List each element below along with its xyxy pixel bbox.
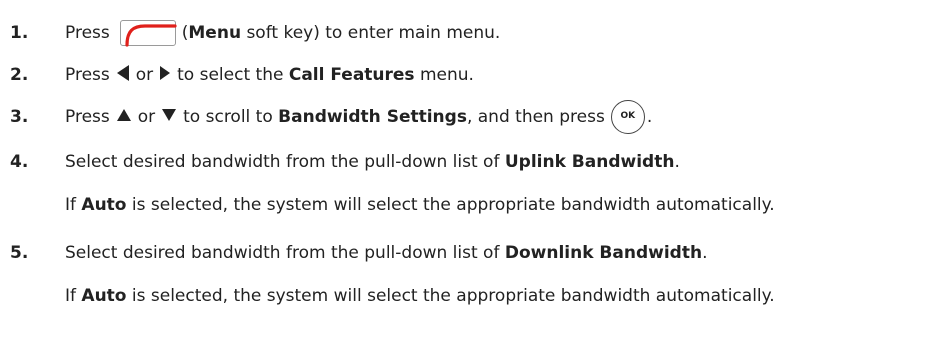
- setting-label: Uplink Bandwidth: [504, 152, 675, 172]
- step-text-or: or: [135, 65, 154, 85]
- step-1: 1. Press (Menu soft key) to enter main m…: [0, 18, 940, 48]
- step-4-note: If Auto is selected, the system will sel…: [65, 193, 775, 217]
- step-number: 3.: [10, 107, 29, 127]
- step-4: 4. Select desired bandwidth from the pul…: [0, 147, 940, 177]
- note-rest: is selected, the system will select the …: [126, 286, 775, 306]
- step-text-rest: menu.: [414, 65, 474, 85]
- right-arrow-icon: [159, 65, 171, 86]
- ok-button-icon: OK: [610, 100, 645, 134]
- step-text-or: or: [137, 107, 156, 127]
- step-5: 5. Select desired bandwidth from the pul…: [0, 238, 940, 268]
- note-auto: Auto: [81, 195, 127, 215]
- step-text-press: Press: [65, 23, 110, 43]
- menu-softkey-icon: [119, 20, 177, 47]
- down-arrow-icon: [161, 107, 177, 127]
- step-2: 2. Press or to select the Call Features …: [0, 60, 940, 90]
- step-text-end: .: [674, 152, 680, 172]
- step-text-to-select: to select the: [177, 65, 284, 85]
- menu-label: Menu: [188, 23, 242, 43]
- setting-label: Bandwidth Settings: [278, 107, 467, 127]
- step-text-rest: soft key) to enter main menu.: [241, 23, 501, 43]
- note-auto: Auto: [81, 286, 127, 306]
- left-arrow-icon: [116, 64, 130, 87]
- step-text: Press or to select the Call Features men…: [65, 64, 474, 87]
- step-number: 1.: [10, 23, 29, 43]
- step-number: 4.: [10, 152, 29, 172]
- step-text-end: .: [702, 243, 708, 263]
- step-number: 2.: [10, 65, 29, 85]
- note-rest: is selected, the system will select the …: [126, 195, 775, 215]
- step-text: Select desired bandwidth from the pull-d…: [65, 152, 680, 172]
- step-text: Press or to scroll to Bandwidth Settings…: [65, 100, 652, 134]
- step-text: Select desired bandwidth from the pull-d…: [65, 243, 707, 263]
- step-5-note: If Auto is selected, the system will sel…: [65, 284, 775, 308]
- note-if: If: [65, 195, 76, 215]
- step-text-main: Select desired bandwidth from the pull-d…: [65, 243, 500, 263]
- note-if: If: [65, 286, 76, 306]
- step-text-press: Press: [65, 65, 110, 85]
- up-arrow-icon: [116, 107, 132, 127]
- step-text-press: Press: [65, 107, 110, 127]
- step-text-main: Select desired bandwidth from the pull-d…: [65, 152, 500, 172]
- step-number: 5.: [10, 243, 29, 263]
- step-text-scroll: to scroll to: [183, 107, 273, 127]
- step-3: 3. Press or to scroll to Bandwidth Setti…: [0, 98, 940, 136]
- setting-label: Downlink Bandwidth: [504, 243, 703, 263]
- step-text: Press (Menu soft key) to enter main menu…: [65, 20, 501, 47]
- menu-label: Call Features: [288, 65, 415, 85]
- step-text-end: .: [646, 107, 653, 127]
- step-text-paren: (: [181, 23, 189, 43]
- step-text-rest: , and then press: [466, 107, 605, 127]
